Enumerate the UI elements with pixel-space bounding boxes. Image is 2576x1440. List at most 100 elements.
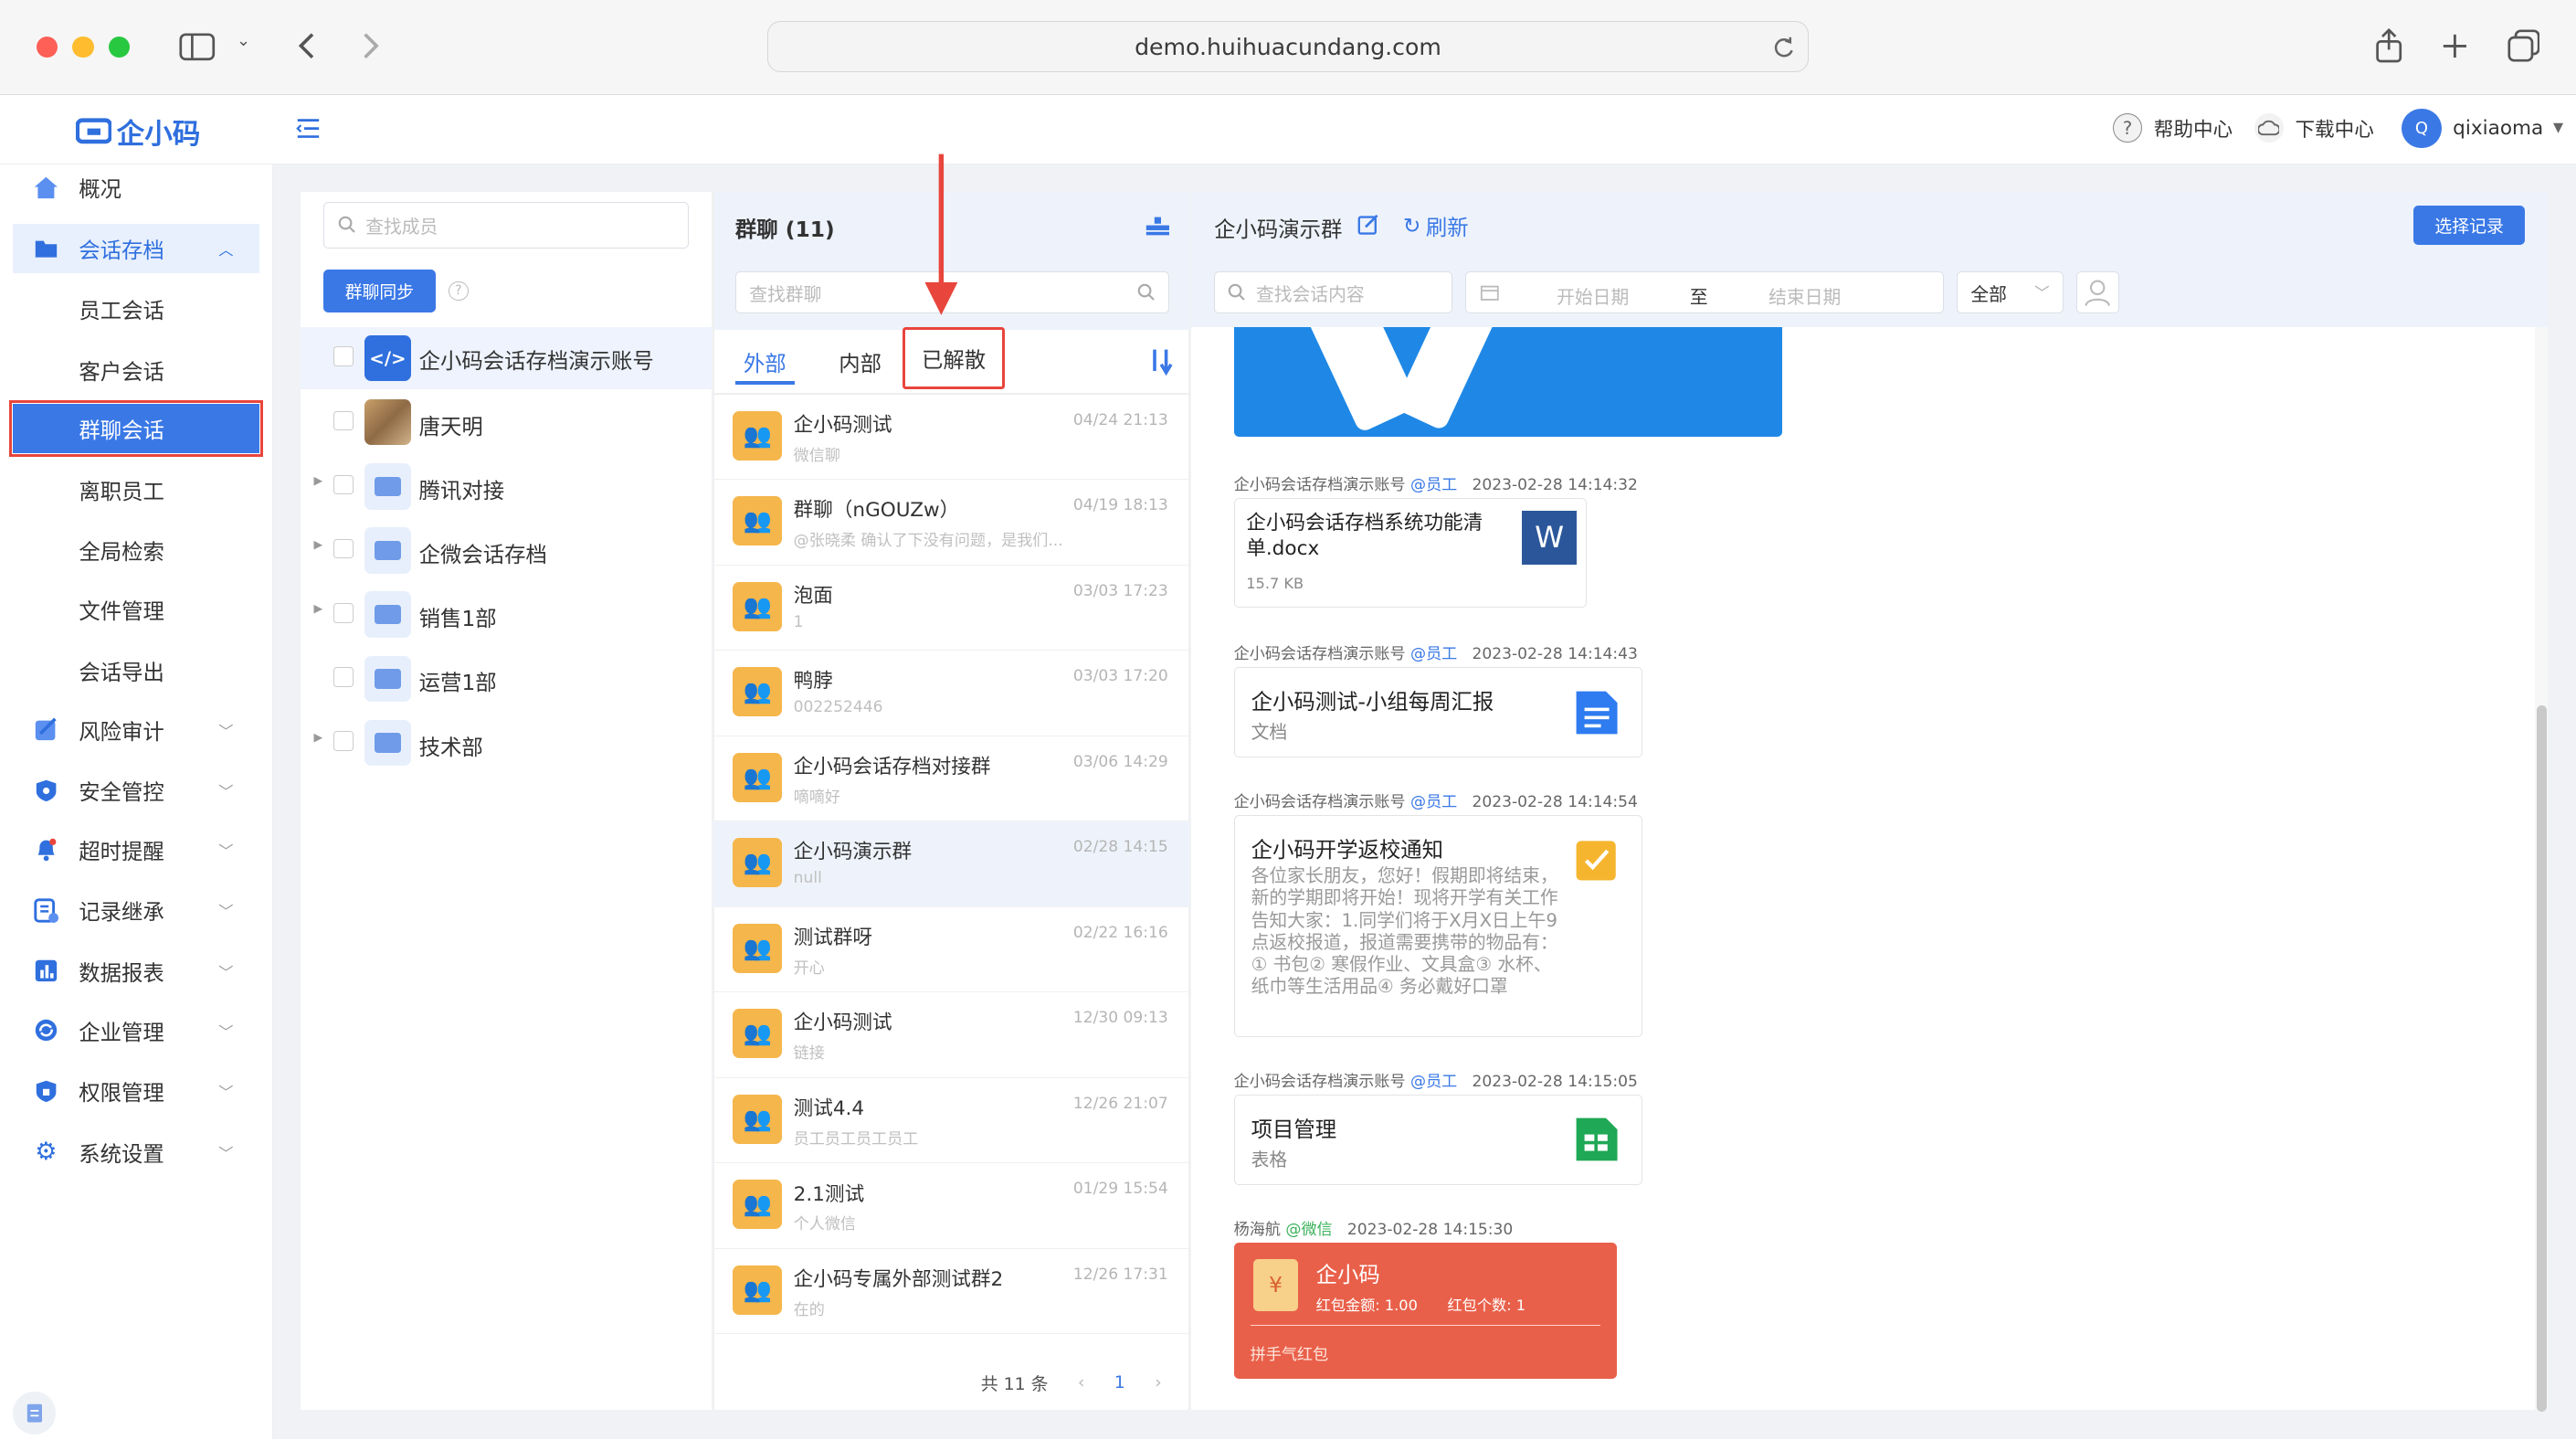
list-item-selected[interactable]: 👥 企小码演示群 null 02/28 14:15 — [713, 821, 1190, 907]
red-packet-card[interactable]: ¥ 企小码 红包金额: 1.00 红包个数: 1 拼手气红包 — [1233, 1242, 1617, 1379]
sidebar-item-security[interactable]: 安全管控 ﹀ — [13, 766, 259, 815]
sidebar-subitem-file-management[interactable]: 文件管理 — [13, 585, 259, 634]
tree-item-account[interactable]: </> 企小码会话存档演示账号 — [301, 326, 712, 390]
select-records-button[interactable]: 选择记录 — [2412, 205, 2526, 245]
sidebar-item-enterprise[interactable]: 企业管理 ﹀ — [13, 1006, 259, 1055]
reload-icon[interactable] — [1772, 36, 1795, 58]
list-item[interactable]: 👥 企小码测试 微信聊 04/24 21:13 — [713, 395, 1190, 481]
help-icon[interactable]: ? — [448, 281, 469, 302]
tab-overview-icon[interactable] — [2507, 29, 2540, 62]
home-icon — [33, 175, 59, 201]
image-message[interactable] — [1233, 326, 1783, 438]
caret-right-icon[interactable]: ▶ — [314, 601, 323, 615]
sidebar-subitem-global-search[interactable]: 全局检索 — [13, 526, 259, 576]
list-item[interactable]: 👥 2.1测试 个人微信 01/29 15:54 — [713, 1163, 1190, 1249]
sidebar-item-label: 风险审计 — [79, 718, 164, 745]
sidebar-subitem-customer-chat[interactable]: 客户会话 — [13, 345, 259, 395]
tree-item-person[interactable]: 唐天明 — [301, 391, 712, 453]
msg-type-select[interactable]: 全部 ﹀ — [1957, 270, 2064, 314]
next-page-icon[interactable]: › — [1155, 1372, 1162, 1392]
share-icon[interactable] — [2374, 27, 2403, 65]
tab-external[interactable]: 外部 — [744, 346, 787, 377]
checkbox[interactable] — [333, 603, 354, 623]
list-item[interactable]: 👥 测试4.4 员工员工员工员工 12/26 21:07 — [713, 1078, 1190, 1164]
note-message-card[interactable]: 企小码开学返校通知 各位家长朋友，您好！假期即将结束，新的学期即将开始！现将开学… — [1233, 815, 1643, 1037]
tab-dissolved[interactable]: 已解散 — [903, 326, 1005, 390]
edit-icon[interactable] — [1357, 214, 1378, 235]
list-item[interactable]: 👥 企小码测试 链接 12/30 09:13 — [713, 992, 1190, 1078]
gear-icon: ⚙ — [35, 1138, 58, 1167]
checkbox[interactable] — [333, 731, 354, 751]
list-item[interactable]: 👥 泡面 1 03/03 17:23 — [713, 566, 1190, 651]
tree-item-folder[interactable]: ▶ 企微会话存档 — [301, 519, 712, 581]
prev-page-icon[interactable]: ‹ — [1078, 1372, 1085, 1392]
list-item[interactable]: 👥 企小码会话存档对接群 嘀嘀好 03/06 14:29 — [713, 736, 1190, 822]
list-item[interactable]: 👥 企小码专属外部测试群2 在的 12/26 17:31 — [713, 1249, 1190, 1335]
chat-scrollbar-track[interactable] — [2535, 326, 2549, 1412]
forward-icon[interactable] — [362, 31, 382, 60]
groups-title: 群聊 (11) — [734, 217, 835, 242]
sidebar-item-reports[interactable]: 数据报表 ﹀ — [13, 947, 259, 996]
sidebar-item-timeout[interactable]: 超时提醒 ﹀ — [13, 825, 259, 874]
end-date-placeholder[interactable]: 结束日期 — [1768, 282, 1841, 309]
caret-right-icon[interactable]: ▶ — [314, 537, 323, 551]
doc-message-card[interactable]: 企小码测试-小组每周汇报 文档 — [1233, 667, 1643, 758]
checkbox[interactable] — [333, 474, 354, 495]
list-item[interactable]: 👥 测试群呀 开心 02/22 16:16 — [713, 907, 1190, 993]
zoom-window-button[interactable] — [108, 36, 131, 58]
sidebar-subitem-employee-chat[interactable]: 员工会话 — [13, 284, 259, 334]
tab-internal[interactable]: 内部 — [839, 346, 882, 377]
member-search-input[interactable]: 查找成员 — [323, 202, 689, 249]
chevron-down-icon[interactable]: ⌄ — [237, 31, 250, 50]
sidebar-toggle-icon[interactable] — [179, 33, 216, 61]
sidebar-subitem-export[interactable]: 会话导出 — [13, 646, 259, 695]
start-date-placeholder[interactable]: 开始日期 — [1557, 282, 1629, 309]
page-number[interactable]: 1 — [1114, 1372, 1125, 1392]
download-center-link[interactable]: 下载中心 — [2254, 113, 2374, 143]
new-tab-icon[interactable] — [2442, 33, 2468, 59]
sidebar-item-permissions[interactable]: 权限管理 ﹀ — [13, 1066, 259, 1116]
caret-right-icon[interactable]: ▶ — [314, 730, 323, 744]
message-time: 2023-02-28 14:15:30 — [1346, 1220, 1514, 1239]
tree-item-folder[interactable]: 运营1部 — [301, 648, 712, 710]
stack-icon[interactable] — [1145, 214, 1171, 237]
help-center-link[interactable]: ? 帮助中心 — [2112, 113, 2233, 143]
collapse-menu-icon[interactable] — [295, 117, 322, 140]
caret-right-icon[interactable]: ▶ — [314, 473, 323, 487]
tree-item-folder[interactable]: ▶ 销售1部 — [301, 583, 712, 645]
sidebar-item-risk-audit[interactable]: 风险审计 ﹀ — [13, 705, 259, 755]
sidebar-item-archive[interactable]: 会话存档 ︿ — [13, 223, 260, 273]
url-bar[interactable]: demo.huihuacundang.com — [766, 21, 1810, 73]
member-filter-button[interactable] — [2076, 270, 2120, 314]
sidebar-subitem-group-chat[interactable]: 群聊会话 — [8, 399, 264, 459]
tree-item-folder[interactable]: ▶ 技术部 — [301, 712, 712, 774]
date-range-picker[interactable]: 开始日期 至 结束日期 — [1465, 270, 1944, 314]
checkbox[interactable] — [333, 410, 354, 431]
group-sync-button[interactable]: 群聊同步 — [323, 269, 436, 312]
pagination: 共 11 条 ‹ 1 › — [981, 1371, 1162, 1395]
checkbox[interactable] — [333, 538, 354, 559]
refresh-button[interactable]: ↻ 刷新 — [1403, 210, 1469, 241]
sidebar-item-overview[interactable]: 概况 — [13, 163, 259, 212]
chat-search-input[interactable]: 查找会话内容 — [1214, 270, 1452, 314]
chat-scrollbar-thumb[interactable] — [2536, 704, 2547, 1412]
file-size: 15.7 KB — [1246, 574, 1304, 592]
sidebar-item-settings[interactable]: ⚙ 系统设置 ﹀ — [13, 1128, 259, 1177]
list-item[interactable]: 👥 鸭脖 002252446 03/03 17:20 — [713, 651, 1190, 736]
sender-tag: @员工 — [1409, 1073, 1458, 1092]
user-menu[interactable]: Q qixiaoma ▼ — [2402, 108, 2563, 148]
checkbox[interactable] — [333, 667, 354, 687]
tree-item-folder[interactable]: ▶ 腾讯对接 — [301, 455, 712, 517]
checkbox[interactable] — [333, 346, 354, 367]
file-message-card[interactable]: 企小码会话存档系统功能清单.docx 15.7 KB W — [1233, 497, 1588, 609]
document-float-button[interactable] — [13, 1392, 57, 1435]
sidebar-subitem-resigned[interactable]: 离职员工 — [13, 465, 259, 514]
sort-icon[interactable] — [1146, 346, 1176, 376]
list-item[interactable]: 👥 群聊（nGOUZw） @张晓柔 确认了下没有问题，是我们... 04/19 18:… — [713, 480, 1190, 566]
group-search-placeholder: 查找群聊 — [749, 283, 822, 305]
close-window-button[interactable] — [36, 36, 58, 58]
sheet-message-card[interactable]: 项目管理 表格 — [1233, 1094, 1643, 1185]
minimize-window-button[interactable] — [72, 36, 94, 58]
sidebar-item-inherit[interactable]: 记录继承 ﹀ — [13, 885, 259, 935]
back-icon[interactable] — [296, 31, 316, 60]
